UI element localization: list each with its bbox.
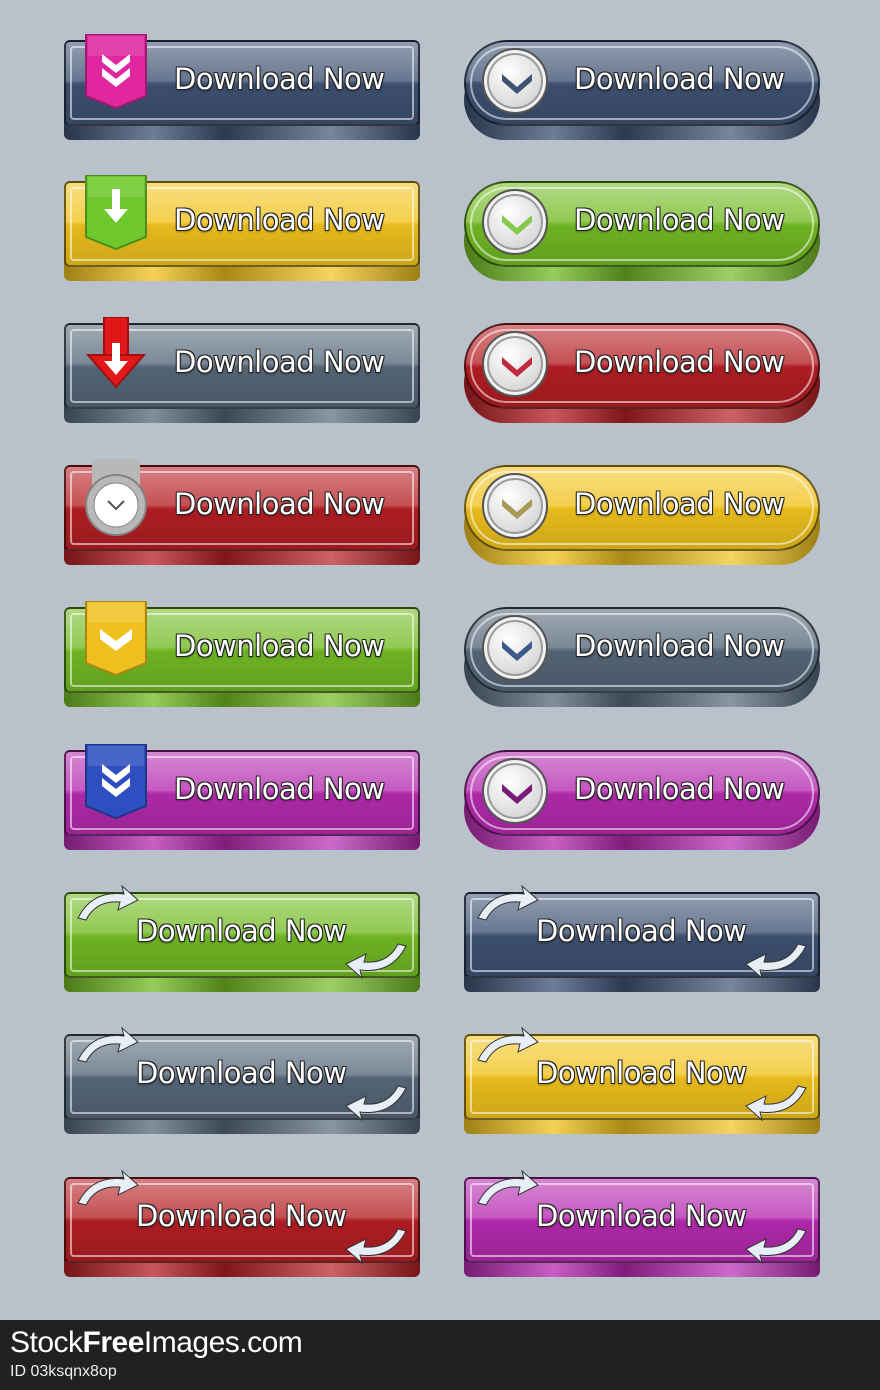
ribbon-badge: [84, 316, 148, 395]
button-label: Download Now: [536, 914, 747, 948]
circle-badge: [482, 48, 548, 114]
button-label: Download Now: [136, 1199, 347, 1233]
ribbon-badge: [84, 600, 148, 679]
button-label: Download Now: [174, 345, 385, 379]
button-label: Download Now: [574, 487, 785, 521]
download-now-button[interactable]: Download Now: [464, 40, 820, 140]
watermark-footer: StockFreeImages.com ID 03ksqnx8op: [0, 1320, 880, 1390]
download-now-button[interactable]: Download Now: [464, 323, 820, 423]
button-label: Download Now: [174, 487, 385, 521]
button-label: Download Now: [536, 1199, 747, 1233]
button-label: Download Now: [174, 62, 385, 96]
chevron-down-icon: [85, 600, 147, 677]
download-now-button[interactable]: Download Now: [464, 750, 820, 850]
curved-arrow-icon: [477, 884, 539, 921]
button-label: Download Now: [574, 62, 785, 96]
circle-chevron-down-icon: [85, 459, 147, 536]
ribbon-badge: [84, 174, 148, 253]
download-now-button[interactable]: Download Now: [64, 1026, 420, 1134]
button-label: Download Now: [574, 629, 785, 663]
circle-badge: [482, 331, 548, 397]
button-label: Download Now: [136, 914, 347, 948]
button-label: Download Now: [536, 1056, 747, 1090]
curved-arrow-icon: [345, 1228, 407, 1265]
arrow-down-icon: [85, 174, 147, 251]
curved-arrow-icon: [745, 1085, 807, 1122]
download-now-button[interactable]: Download Now: [64, 884, 420, 992]
download-now-button[interactable]: Download Now: [464, 181, 820, 281]
circle-badge: [482, 758, 548, 824]
ribbon-badge: [84, 459, 148, 537]
button-label: Download Now: [174, 203, 385, 237]
download-now-button[interactable]: Download Now: [464, 607, 820, 707]
ribbon-badge: [84, 743, 148, 822]
download-now-button[interactable]: Download Now: [464, 884, 820, 992]
curved-arrow-icon: [77, 884, 139, 921]
circle-badge: [482, 189, 548, 255]
chevron-down-icon: [502, 499, 532, 519]
download-now-button[interactable]: Download Now: [64, 1169, 420, 1277]
download-now-button[interactable]: Download Now: [64, 33, 420, 140]
download-now-button[interactable]: Download Now: [64, 743, 420, 850]
curved-arrow-icon: [477, 1026, 539, 1063]
button-label: Download Now: [574, 772, 785, 806]
button-label: Download Now: [174, 629, 385, 663]
download-now-button[interactable]: Download Now: [64, 459, 420, 565]
download-now-button[interactable]: Download Now: [464, 1026, 820, 1134]
download-now-button[interactable]: Download Now: [464, 465, 820, 565]
download-now-button[interactable]: Download Now: [64, 316, 420, 423]
button-label: Download Now: [574, 345, 785, 379]
curved-arrow-icon: [345, 1085, 407, 1122]
arrow-down-icon: [85, 316, 147, 389]
button-label: Download Now: [174, 772, 385, 806]
chevron-down-icon: [502, 784, 532, 804]
curved-arrow-icon: [77, 1026, 139, 1063]
image-id: ID 03ksqnx8op: [10, 1363, 117, 1380]
curved-arrow-icon: [345, 943, 407, 980]
circle-badge: [482, 615, 548, 681]
chevron-down-icon: [502, 641, 532, 661]
curved-arrow-icon: [77, 1169, 139, 1206]
chevron-down-icon: [502, 215, 532, 235]
double-chevron-down-icon: [85, 33, 147, 110]
circle-badge: [482, 473, 548, 539]
curved-arrow-icon: [477, 1169, 539, 1206]
chevron-down-icon: [502, 74, 532, 94]
curved-arrow-icon: [745, 1228, 807, 1265]
watermark-brand: StockFreeImages.com: [10, 1326, 303, 1359]
ribbon-badge: [84, 33, 148, 112]
curved-arrow-icon: [745, 943, 807, 980]
download-now-button[interactable]: Download Now: [64, 174, 420, 281]
chevron-down-icon: [502, 357, 532, 377]
download-now-button[interactable]: Download Now: [464, 1169, 820, 1277]
download-now-button[interactable]: Download Now: [64, 600, 420, 707]
button-label: Download Now: [574, 203, 785, 237]
double-chevron-down-icon: [85, 743, 147, 820]
button-label: Download Now: [136, 1056, 347, 1090]
